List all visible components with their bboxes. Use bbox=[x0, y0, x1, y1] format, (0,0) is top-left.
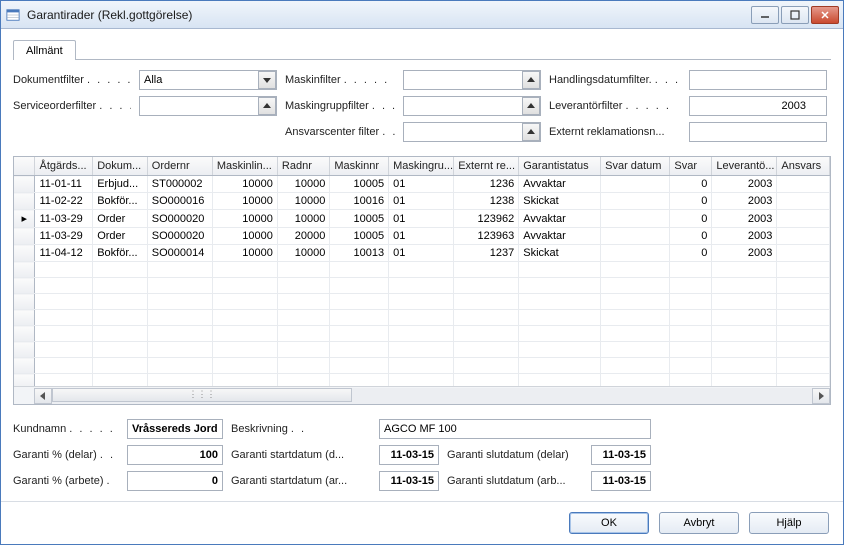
table-row-empty bbox=[14, 358, 830, 374]
ansvarscenterfilter-label: Ansvarscenter filter . . . bbox=[285, 126, 395, 138]
externtrek-field[interactable] bbox=[689, 122, 827, 142]
column-header[interactable]: Maskinlin... bbox=[212, 157, 277, 176]
handlingsdatumfilter-input[interactable] bbox=[689, 70, 827, 90]
externtrek-input[interactable] bbox=[689, 122, 827, 142]
garanti-startdatum-ar-label: Garanti startdatum (ar... bbox=[231, 475, 371, 487]
table-row-empty bbox=[14, 278, 830, 294]
maskinfilter-label: Maskinfilter . . . . . . bbox=[285, 74, 395, 86]
column-header[interactable]: Ordernr bbox=[147, 157, 212, 176]
ansvarscenterfilter-field[interactable] bbox=[403, 122, 541, 142]
column-header[interactable]: Dokum... bbox=[93, 157, 148, 176]
column-header[interactable] bbox=[14, 157, 35, 176]
minimize-button[interactable] bbox=[751, 6, 779, 24]
tab-general[interactable]: Allmänt bbox=[13, 40, 76, 60]
serviceorderfilter-field[interactable] bbox=[139, 96, 277, 116]
kundnamn-field[interactable] bbox=[127, 419, 223, 439]
garanti-slutdatum-delar-label: Garanti slutdatum (delar) bbox=[447, 449, 583, 461]
window-frame: Garantirader (Rekl.gottgörelse) Allmänt … bbox=[0, 0, 844, 545]
help-button[interactable]: Hjälp bbox=[749, 512, 829, 534]
dokumentfilter-input[interactable] bbox=[139, 70, 277, 90]
garanti-slutdatum-delar-field[interactable] bbox=[591, 445, 651, 465]
handlingsdatumfilter-field[interactable] bbox=[689, 70, 827, 90]
garanti-startdatum-d-field[interactable] bbox=[379, 445, 439, 465]
scroll-left-icon[interactable] bbox=[34, 388, 52, 404]
column-header[interactable]: Radnr bbox=[277, 157, 329, 176]
garanti-arbete-field[interactable] bbox=[127, 471, 223, 491]
leverantorfilter-field[interactable] bbox=[689, 96, 827, 116]
scroll-right-icon[interactable] bbox=[812, 388, 830, 404]
garanti-arbete-label: Garanti % (arbete) . bbox=[13, 475, 119, 487]
column-header[interactable]: Externt re... bbox=[454, 157, 519, 176]
button-bar: OK Avbryt Hjälp bbox=[1, 501, 843, 544]
garanti-delar-label: Garanti % (delar) . . bbox=[13, 449, 119, 461]
garanti-delar-field[interactable] bbox=[127, 445, 223, 465]
kundnamn-label: Kundnamn . . . . . bbox=[13, 423, 119, 435]
beskrivning-field[interactable] bbox=[379, 419, 651, 439]
table-row[interactable]: 11-04-12Bokför...SO000014100001000010013… bbox=[14, 245, 830, 262]
cancel-button[interactable]: Avbryt bbox=[659, 512, 739, 534]
column-header[interactable]: Leverantö... bbox=[712, 157, 777, 176]
dropdown-icon[interactable] bbox=[258, 71, 276, 89]
dokumentfilter-field[interactable] bbox=[139, 70, 277, 90]
column-header[interactable]: Maskinnr bbox=[330, 157, 389, 176]
column-header[interactable]: Åtgärds... bbox=[35, 157, 93, 176]
scroll-thumb[interactable]: ⋮⋮⋮ bbox=[52, 388, 352, 402]
leverantorfilter-input[interactable] bbox=[689, 96, 827, 116]
garanti-startdatum-d-label: Garanti startdatum (d... bbox=[231, 449, 371, 461]
maskinfilter-field[interactable] bbox=[403, 70, 541, 90]
serviceorderfilter-input[interactable] bbox=[139, 96, 277, 116]
garanti-slutdatum-arb-field[interactable] bbox=[591, 471, 651, 491]
column-header[interactable]: Garantistatus bbox=[519, 157, 601, 176]
table-row-empty bbox=[14, 342, 830, 358]
externtrek-label: Externt reklamationsn... bbox=[549, 126, 681, 138]
maskinfilter-input[interactable] bbox=[403, 70, 541, 90]
detail-section: Kundnamn . . . . . Beskrivning . . Garan… bbox=[13, 419, 831, 491]
scroll-track[interactable]: ⋮⋮⋮ bbox=[52, 388, 812, 404]
garanti-slutdatum-arb-label: Garanti slutdatum (arb... bbox=[447, 475, 583, 487]
maskingruppfilter-label: Maskingruppfilter . . . . bbox=[285, 100, 395, 112]
table-row[interactable]: 11-01-11Erbjud...ST000002100001000010005… bbox=[14, 176, 830, 193]
tab-strip: Allmänt bbox=[13, 39, 831, 60]
table-row[interactable]: 11-02-22Bokför...SO000016100001000010016… bbox=[14, 193, 830, 210]
table-row[interactable]: ▸11-03-29OrderSO000020100001000010005011… bbox=[14, 210, 830, 228]
window-controls bbox=[751, 6, 839, 24]
table-body-scroll[interactable]: Åtgärds...Dokum...OrdernrMaskinlin...Rad… bbox=[14, 157, 830, 386]
data-table: Åtgärds...Dokum...OrdernrMaskinlin...Rad… bbox=[13, 156, 831, 405]
window-title: Garantirader (Rekl.gottgörelse) bbox=[27, 8, 751, 22]
garanti-startdatum-ar-field[interactable] bbox=[379, 471, 439, 491]
table-row-empty bbox=[14, 374, 830, 387]
close-button[interactable] bbox=[811, 6, 839, 24]
lookup-icon[interactable] bbox=[522, 97, 540, 115]
maskingruppfilter-field[interactable] bbox=[403, 96, 541, 116]
column-header[interactable]: Svar datum bbox=[601, 157, 670, 176]
table-body: 11-01-11Erbjud...ST000002100001000010005… bbox=[14, 176, 830, 387]
dokumentfilter-label: Dokumentfilter . . . . . bbox=[13, 74, 131, 86]
table-row-empty bbox=[14, 262, 830, 278]
table-row-empty bbox=[14, 310, 830, 326]
serviceorderfilter-label: Serviceorderfilter . . . . bbox=[13, 100, 131, 112]
column-header[interactable]: Maskingru... bbox=[389, 157, 454, 176]
lookup-icon[interactable] bbox=[258, 97, 276, 115]
beskrivning-label: Beskrivning . . bbox=[231, 423, 371, 435]
leverantorfilter-label: Leverantörfilter . . . . . bbox=[549, 100, 681, 112]
handlingsdatumfilter-label: Handlingsdatumfilter. . . . bbox=[549, 74, 681, 86]
table-row-empty bbox=[14, 326, 830, 342]
content-area: Allmänt Dokumentfilter . . . . . Maskinf… bbox=[1, 29, 843, 501]
horizontal-scrollbar[interactable]: ⋮⋮⋮ bbox=[14, 386, 830, 404]
table-row-empty bbox=[14, 294, 830, 310]
column-header[interactable]: Ansvars bbox=[777, 157, 830, 176]
app-icon bbox=[5, 7, 21, 23]
table-header-row: Åtgärds...Dokum...OrdernrMaskinlin...Rad… bbox=[14, 157, 830, 176]
titlebar: Garantirader (Rekl.gottgörelse) bbox=[1, 1, 843, 29]
ansvarscenterfilter-input[interactable] bbox=[403, 122, 541, 142]
maximize-button[interactable] bbox=[781, 6, 809, 24]
lookup-icon[interactable] bbox=[522, 123, 540, 141]
ok-button[interactable]: OK bbox=[569, 512, 649, 534]
column-header[interactable]: Svar bbox=[670, 157, 712, 176]
table-row[interactable]: 11-03-29OrderSO0000201000020000100050112… bbox=[14, 228, 830, 245]
maskingruppfilter-input[interactable] bbox=[403, 96, 541, 116]
filter-section: Dokumentfilter . . . . . Maskinfilter . … bbox=[13, 70, 831, 142]
lookup-icon[interactable] bbox=[522, 71, 540, 89]
